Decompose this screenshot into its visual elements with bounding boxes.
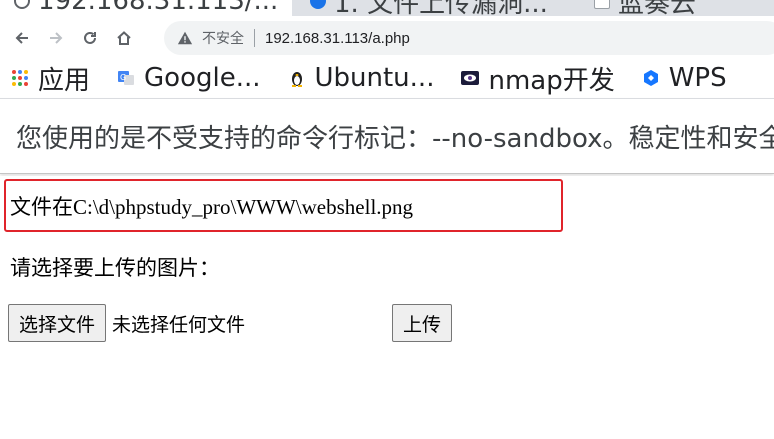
bookmark-label: nmap开发: [488, 65, 615, 96]
edge-icon: [310, 0, 326, 9]
google-translate-icon: G: [116, 68, 136, 88]
security-status-label[interactable]: 不安全: [202, 28, 244, 48]
tab-title: 1. 文件上传漏洞...: [334, 0, 548, 16]
warning-triangle-icon[interactable]: [176, 29, 194, 47]
bookmark-label: Ubuntu...: [314, 63, 435, 93]
unsupported-flag-infobar: 您使用的是不受支持的命令行标记：--no-sandbox。稳定性和安全性会有所下…: [0, 98, 774, 174]
globe-icon: [14, 0, 30, 9]
back-button[interactable]: [5, 21, 39, 55]
bookmark-ubuntu[interactable]: Ubuntu...: [287, 63, 435, 93]
page-icon: [594, 0, 610, 9]
file-location-box: 文件在C:\d\phpstudy_pro\WWW\webshell.png: [4, 179, 563, 232]
omnibox-divider: [254, 29, 255, 47]
home-button[interactable]: [107, 21, 141, 55]
forward-arrow-icon: [50, 32, 63, 44]
back-arrow-icon: [15, 32, 28, 44]
infobar-message: 您使用的是不受支持的命令行标记：--no-sandbox。稳定性和安全性会有所下…: [16, 123, 774, 154]
apps-grid-icon: [10, 68, 30, 88]
bookmark-google[interactable]: G Google...: [116, 63, 261, 93]
upload-button[interactable]: 上传: [392, 304, 453, 342]
browser-toolbar: 不安全 192.168.31.113/a.php: [0, 16, 774, 60]
tux-icon: [287, 68, 307, 88]
file-input[interactable]: 选择文件 未选择任何文件: [8, 304, 245, 342]
reload-button[interactable]: [73, 21, 107, 55]
bookmarks-bar: 应用 G Google... Ubuntu... nmap开发 WPS: [0, 60, 774, 96]
svg-text:G: G: [120, 73, 126, 82]
bookmark-wps[interactable]: WPS: [641, 63, 727, 93]
bookmark-apps[interactable]: 应用: [10, 60, 90, 96]
address-bar[interactable]: 不安全 192.168.31.113/a.php: [164, 21, 774, 55]
tab-file-upload[interactable]: 1. 文件上传漏洞...: [298, 0, 580, 16]
reload-icon: [84, 31, 96, 44]
bookmark-label: WPS: [668, 63, 727, 93]
no-file-label: 未选择任何文件: [112, 313, 246, 336]
tab-active[interactable]: 192.168.31.113/...: [0, 0, 292, 16]
bookmark-label: Google...: [144, 63, 261, 93]
upload-prompt: 请选择要上传的图片：: [10, 256, 220, 280]
tab-strip: 192.168.31.113/... 1. 文件上传漏洞... 蓝奏云: [0, 0, 774, 16]
page-content: 文件在C:\d\phpstudy_pro\WWW\webshell.png 请选…: [0, 176, 774, 439]
tab-title: 蓝奏云: [618, 0, 697, 16]
url-text[interactable]: 192.168.31.113/a.php: [265, 30, 410, 47]
tab-title: 192.168.31.113/...: [38, 0, 279, 16]
wps-icon: [641, 68, 661, 88]
home-icon: [117, 31, 131, 45]
eye-icon: [460, 68, 480, 88]
file-location-text: 文件在C:\d\phpstudy_pro\WWW\webshell.png: [10, 194, 414, 219]
bookmark-label: 应用: [38, 65, 91, 96]
forward-button[interactable]: [39, 21, 73, 55]
choose-file-button[interactable]: 选择文件: [8, 304, 107, 342]
tab-lanzou[interactable]: 蓝奏云: [586, 0, 774, 16]
bookmark-nmap[interactable]: nmap开发: [460, 60, 615, 96]
